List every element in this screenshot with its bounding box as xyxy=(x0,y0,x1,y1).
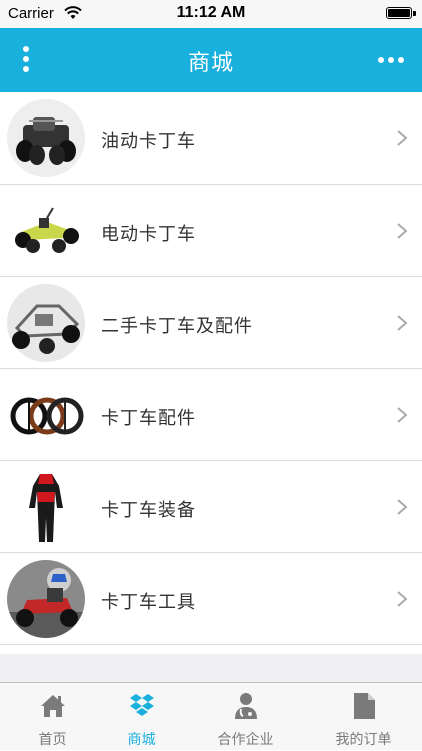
tab-label: 我的订单 xyxy=(335,732,392,748)
category-label: 卡丁车装备 xyxy=(101,500,196,521)
battery-icon xyxy=(386,7,416,19)
tab-bar: 首页 商城 合作企业 我的订单 xyxy=(0,682,422,750)
parts-image xyxy=(7,376,85,454)
gas-kart-image xyxy=(7,99,85,177)
list-item[interactable]: 油动卡丁车 xyxy=(0,92,422,185)
doctor-icon xyxy=(235,693,257,719)
category-label: 电动卡丁车 xyxy=(101,224,196,245)
chevron-right-icon xyxy=(397,223,408,239)
home-icon xyxy=(41,695,65,717)
chevron-right-icon xyxy=(397,130,408,146)
tab-orders[interactable]: 我的订单 xyxy=(311,683,416,751)
clock: 11:12 AM xyxy=(176,4,246,21)
category-label: 卡丁车工具 xyxy=(101,592,196,613)
tab-mall[interactable]: 商城 xyxy=(89,683,194,751)
chevron-right-icon xyxy=(397,591,408,607)
list-item[interactable]: 电动卡丁车 xyxy=(0,185,422,277)
document-icon xyxy=(354,693,375,719)
tab-label: 商城 xyxy=(127,732,156,748)
category-label: 二手卡丁车及配件 xyxy=(101,316,253,337)
category-list: 油动卡丁车 电动卡丁车 二手卡丁车及配件 卡丁车配件 卡丁车装备 卡丁车工具 xyxy=(0,92,422,645)
tab-label: 合作企业 xyxy=(217,732,274,748)
list-footer-spacer xyxy=(0,654,422,682)
status-bar: Carrier 11:12 AM xyxy=(0,0,422,28)
nav-bar: 商城 xyxy=(0,28,422,92)
electric-kart-image xyxy=(7,192,85,270)
list-item[interactable]: 卡丁车装备 xyxy=(0,461,422,553)
used-kart-image xyxy=(7,284,85,362)
chevron-right-icon xyxy=(397,407,408,423)
list-item[interactable]: 卡丁车工具 xyxy=(0,553,422,645)
list-item[interactable]: 卡丁车配件 xyxy=(0,369,422,461)
chevron-right-icon xyxy=(397,315,408,331)
list-item[interactable]: 二手卡丁车及配件 xyxy=(0,277,422,369)
racing-suit-image xyxy=(7,468,85,546)
category-label: 卡丁车配件 xyxy=(101,408,196,429)
more-options-button[interactable] xyxy=(376,50,412,70)
category-label: 油动卡丁车 xyxy=(101,131,196,152)
page-title: 商城 xyxy=(187,51,234,76)
dropbox-icon xyxy=(130,694,154,716)
tab-partners[interactable]: 合作企业 xyxy=(193,683,298,751)
tools-image xyxy=(7,560,85,638)
chevron-right-icon xyxy=(397,499,408,515)
